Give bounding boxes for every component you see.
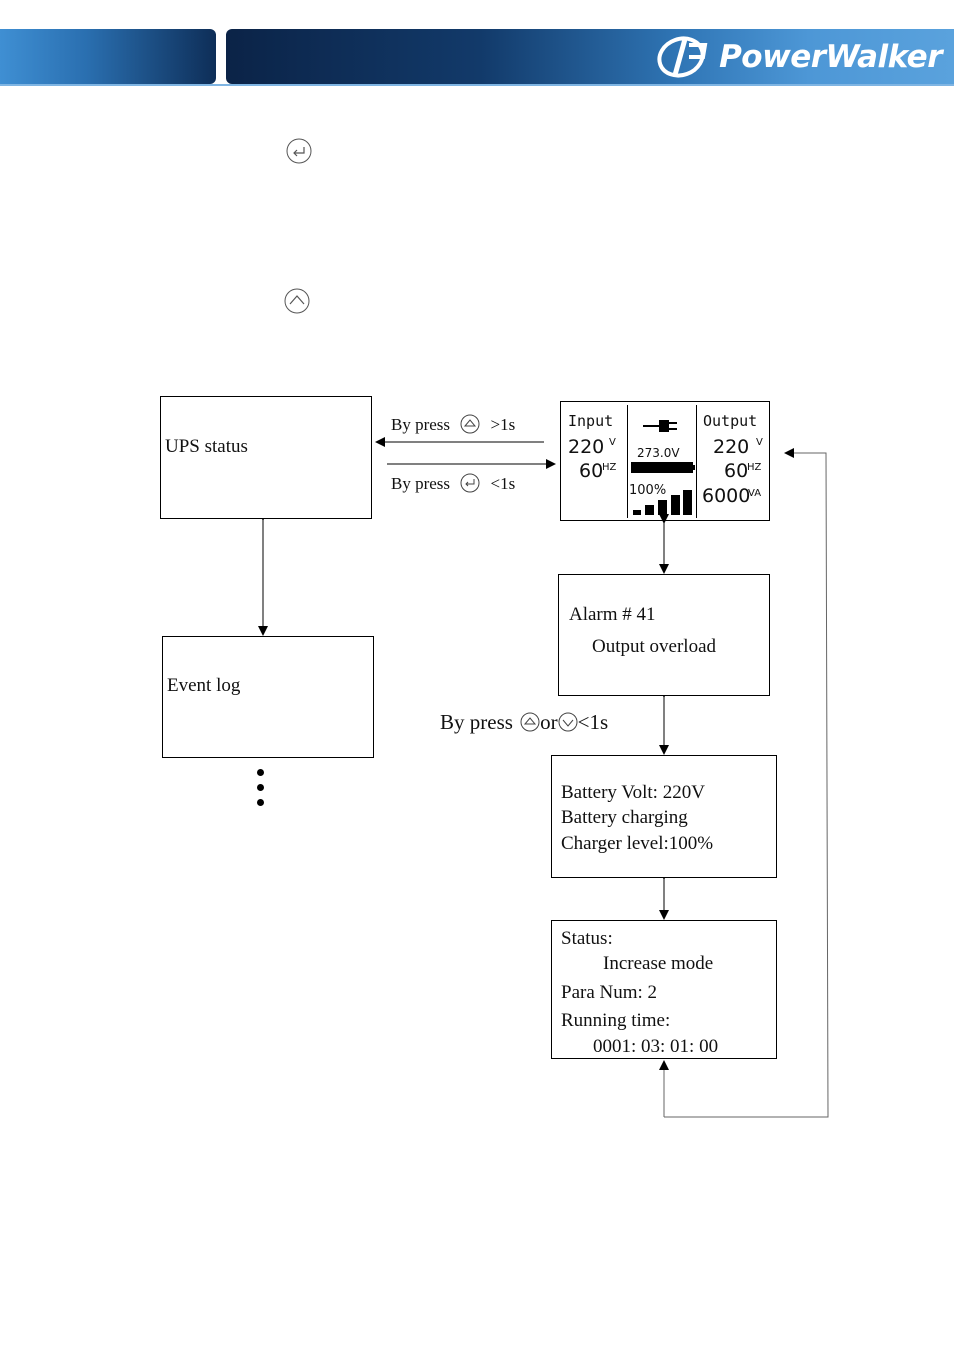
lcd-load-bar [671, 495, 680, 515]
transition-up-prefix: By press [391, 415, 451, 434]
event-log-box: Event log [162, 636, 374, 758]
scroll-hint-or: or [540, 710, 558, 734]
up-button-icon [520, 712, 540, 732]
up-button-icon [460, 414, 480, 434]
alarm-description: Output overload [592, 636, 717, 657]
lcd-output-voltage: 220 [713, 436, 750, 458]
lcd-battery-bar [631, 462, 693, 473]
ups-status-box: UPS status [160, 396, 372, 519]
transition-enter-label: By press <1s [391, 473, 515, 494]
event-log-label: Event log [167, 675, 241, 696]
lcd-load-bar [645, 505, 654, 515]
lcd-output-freq: 60 [724, 460, 749, 482]
lcd-separator [696, 405, 697, 518]
down-button-icon [558, 712, 578, 732]
lcd-battery-tip [693, 465, 695, 470]
lcd-output-voltage-unit: V [756, 437, 763, 448]
alarm-code: Alarm # 41 [569, 604, 656, 625]
charger-level: Charger level:100% [561, 833, 714, 854]
diagram-connectors [258, 437, 829, 1118]
lcd-input-voltage-unit: V [609, 437, 616, 448]
battery-box: Battery Volt: 220V Battery charging Char… [551, 755, 777, 878]
status-label: Status: [561, 928, 613, 949]
lcd-output-freq-unit: HZ [747, 462, 762, 473]
para-num: Para Num: 2 [561, 982, 658, 1003]
lcd-output-label: Output [703, 412, 758, 430]
lcd-load-percent: 100% [629, 483, 667, 498]
transition-up-suffix: >1s [490, 415, 516, 434]
lcd-input-label: Input [568, 412, 614, 430]
lcd-output-power-unit: VA [748, 488, 762, 499]
lcd-output-power: 6000 [702, 485, 751, 507]
lcd-input-freq-unit: HZ [602, 462, 617, 473]
ac-plug-icon [643, 420, 677, 432]
running-time-value: 0001: 03: 01: 00 [593, 1036, 719, 1057]
enter-button-icon [460, 473, 480, 493]
more-dot [257, 769, 264, 776]
battery-charging: Battery charging [561, 807, 688, 828]
lcd-load-bar [683, 490, 692, 515]
transition-enter-prefix: By press [391, 474, 451, 493]
transition-up-label: By press >1s [391, 414, 515, 435]
lcd-display-box: Input 220 V 60 HZ 273.0V 100% Output 220… [560, 401, 770, 521]
lcd-input-voltage: 220 [568, 436, 605, 458]
running-time-label: Running time: [561, 1010, 671, 1031]
lcd-load-bar [633, 510, 641, 515]
more-dot [257, 784, 264, 791]
transition-enter-suffix: <1s [490, 474, 516, 493]
lcd-battery-voltage: 273.0V [637, 446, 680, 460]
alarm-box: Alarm # 41 Output overload [558, 574, 770, 696]
battery-volt: Battery Volt: 220V [561, 782, 705, 803]
lcd-load-bar [658, 500, 667, 515]
scroll-hint-suffix: <1s [577, 710, 609, 734]
scroll-hint-prefix: By press [440, 710, 513, 734]
status-box: Status: Increase mode Para Num: 2 Runnin… [551, 920, 777, 1059]
status-mode: Increase mode [603, 953, 714, 974]
ups-status-label: UPS status [165, 436, 248, 457]
lcd-separator [627, 405, 628, 518]
scroll-hint-label: By press or <1s [440, 710, 608, 735]
more-dot [257, 799, 264, 806]
lcd-input-freq: 60 [579, 460, 604, 482]
